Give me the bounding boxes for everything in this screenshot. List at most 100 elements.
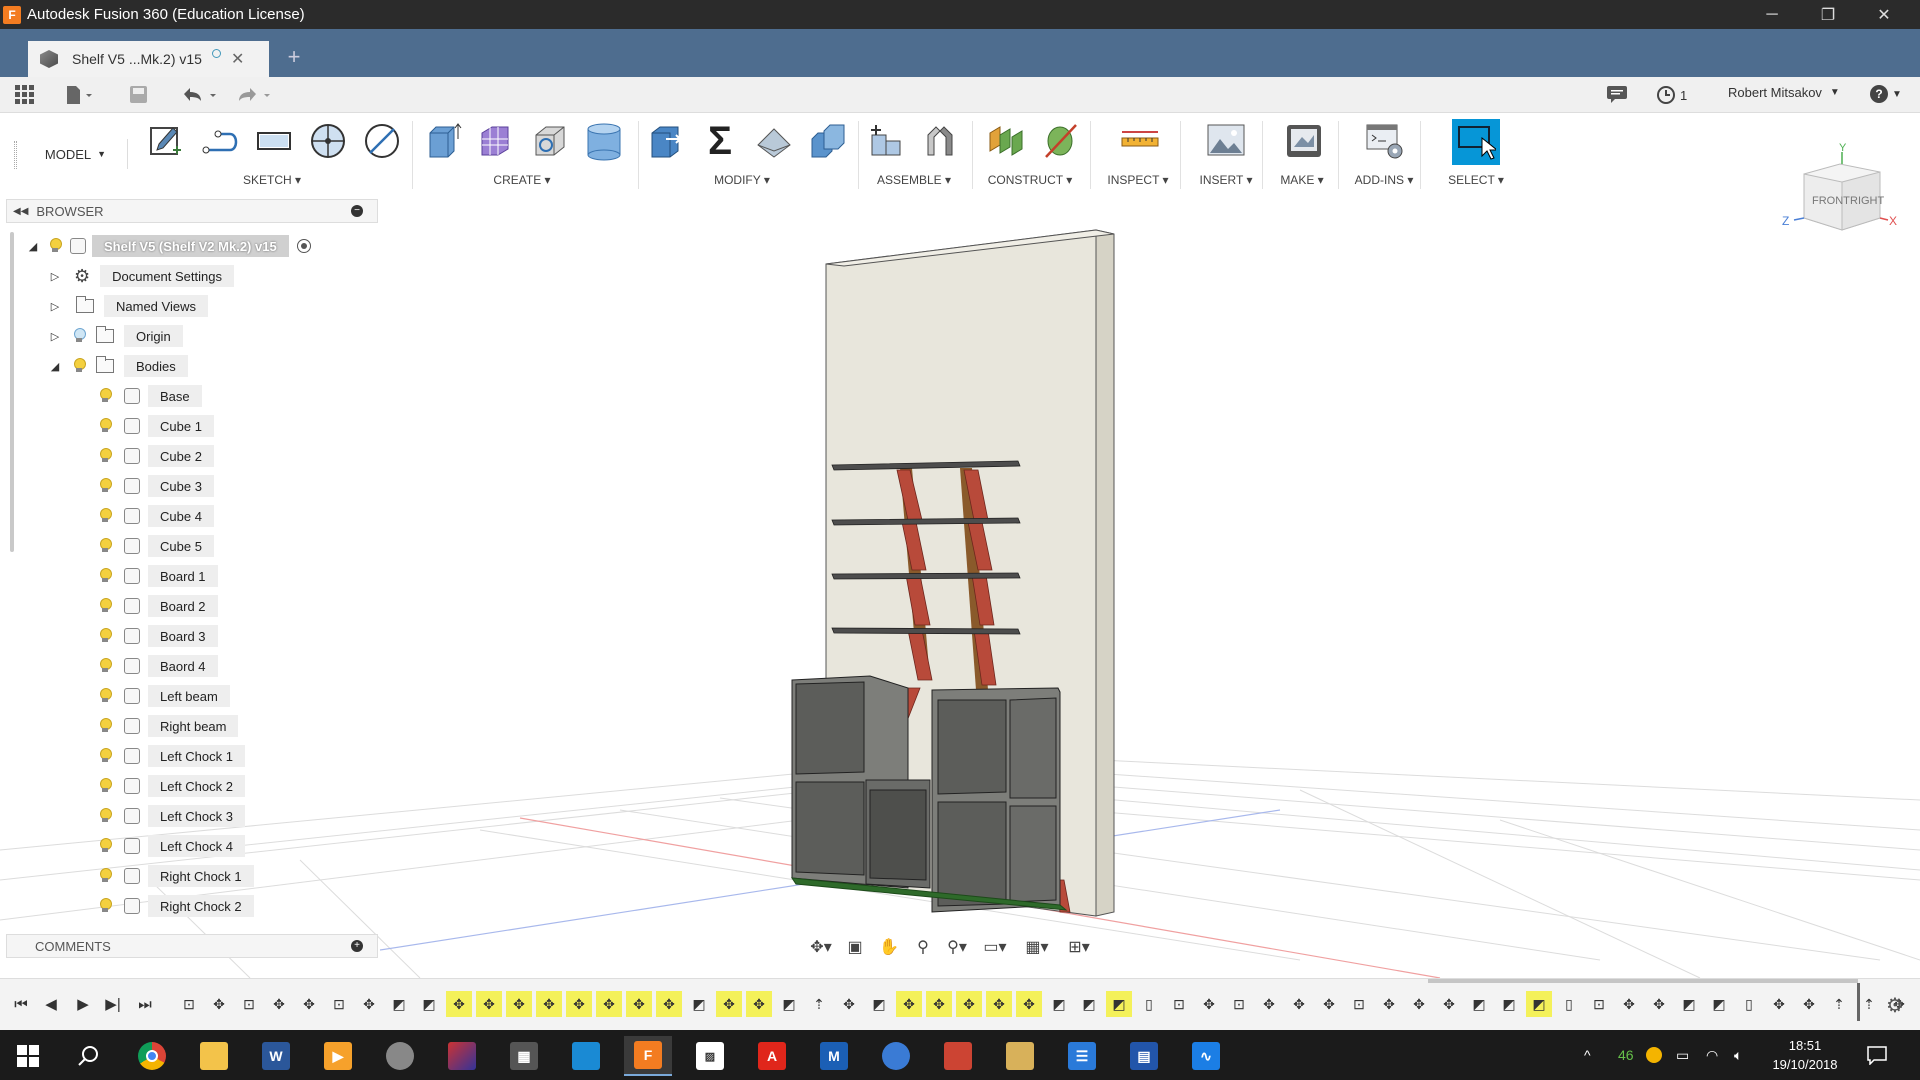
body-item[interactable]: Board 2 [98, 594, 218, 618]
sigma-icon[interactable]: Σ [698, 119, 742, 163]
body-item[interactable]: Cube 5 [98, 534, 214, 558]
restore-button[interactable]: ❐ [1800, 0, 1856, 29]
globe-app-icon[interactable] [872, 1036, 920, 1076]
combine-icon[interactable] [806, 119, 850, 163]
make-group-label[interactable]: MAKE ▾ [1280, 173, 1323, 187]
tree-folder-origin[interactable]: ▷ Origin [48, 324, 183, 348]
go-to-start-icon[interactable]: ⏮ [8, 991, 34, 1017]
timeline-feature-icon[interactable]: ✥ [1196, 991, 1222, 1017]
visibility-bulb-icon[interactable] [98, 658, 112, 674]
malwarebytes-icon[interactable]: M [810, 1036, 858, 1076]
timeline-feature-icon[interactable]: ✥ [536, 991, 562, 1017]
body-item[interactable]: Cube 1 [98, 414, 214, 438]
create-sketch-icon[interactable] [144, 119, 188, 163]
notifications-icon[interactable] [1606, 85, 1628, 103]
offset-plane-icon[interactable] [984, 119, 1028, 163]
timeline-scrollbar[interactable] [1428, 979, 1858, 983]
timeline-feature-icon[interactable]: ✥ [596, 991, 622, 1017]
measure-icon[interactable] [1118, 119, 1162, 163]
display-settings-icon[interactable]: ▭▾ [976, 935, 1014, 959]
timeline-feature-icon[interactable]: ◩ [1526, 991, 1552, 1017]
timeline-feature-icon[interactable]: ⊡ [1226, 991, 1252, 1017]
visibility-bulb-icon[interactable] [98, 598, 112, 614]
select-group-label[interactable]: SELECT ▾ [1448, 173, 1504, 187]
form-icon[interactable] [474, 119, 518, 163]
redo-icon[interactable] [234, 83, 274, 107]
timeline-feature-icon[interactable]: ⊡ [1166, 991, 1192, 1017]
scripts-addins-icon[interactable] [1362, 119, 1406, 163]
search-icon[interactable] [64, 1036, 112, 1076]
visibility-bulb-icon[interactable] [72, 328, 86, 344]
timeline-feature-icon[interactable]: ✥ [716, 991, 742, 1017]
viewports-icon[interactable]: ⊞▾ [1060, 935, 1098, 959]
file-menu-icon[interactable] [64, 83, 94, 107]
visibility-bulb-icon[interactable] [48, 238, 62, 254]
joint-icon[interactable] [918, 119, 962, 163]
sketch-group-label[interactable]: SKETCH ▾ [243, 173, 301, 187]
browser-panel-header[interactable]: ◀◀ BROWSER − [6, 199, 378, 223]
rectangle-icon[interactable] [252, 119, 296, 163]
modify-group-label[interactable]: MODIFY ▾ [714, 173, 770, 187]
collapse-triangle-icon[interactable]: ◢ [48, 359, 62, 373]
look-at-icon[interactable]: ▣ [840, 935, 870, 959]
timeline-feature-icon[interactable]: ✥ [626, 991, 652, 1017]
timeline-marker[interactable] [1857, 983, 1860, 1021]
visibility-bulb-icon[interactable] [98, 568, 112, 584]
new-tab-button[interactable]: + [278, 41, 310, 73]
close-window-button[interactable]: ✕ [1856, 0, 1912, 29]
collapse-triangle-icon[interactable]: ◢ [26, 239, 40, 253]
shell-icon[interactable] [752, 119, 796, 163]
toolbar-grip[interactable] [14, 141, 17, 169]
timeline-feature-icon[interactable]: ◩ [1106, 991, 1132, 1017]
pan-hand-icon[interactable]: ✋ [874, 935, 904, 959]
tree-folder-named-views[interactable]: ▷ Named Views [48, 294, 208, 318]
timeline-feature-icon[interactable]: ✥ [746, 991, 772, 1017]
body-item[interactable]: Cube 3 [98, 474, 214, 498]
chrome-icon[interactable] [128, 1036, 176, 1076]
job-status-button[interactable]: 1 [1656, 85, 1687, 105]
timeline-feature-icon[interactable]: ✥ [1286, 991, 1312, 1017]
timeline-feature-icon[interactable]: ✥ [1646, 991, 1672, 1017]
zoom-icon[interactable]: ⚲ [908, 935, 938, 959]
timeline-feature-icon[interactable]: ◩ [1676, 991, 1702, 1017]
tree-folder-document-settings[interactable]: ▷ ⚙ Document Settings [48, 264, 234, 288]
timeline-feature-icon[interactable]: ✥ [896, 991, 922, 1017]
timeline-feature-icon[interactable]: ✥ [476, 991, 502, 1017]
visibility-bulb-icon[interactable] [98, 898, 112, 914]
visibility-bulb-icon[interactable] [98, 508, 112, 524]
windows-start-icon[interactable] [4, 1036, 52, 1076]
visibility-bulb-icon[interactable] [98, 868, 112, 884]
timeline-feature-icon[interactable]: ✥ [206, 991, 232, 1017]
app-icon-windowed[interactable]: ▨ [686, 1036, 734, 1076]
wifi-icon[interactable]: ◠ [1706, 1030, 1718, 1080]
timeline-settings-gear-icon[interactable]: ⚙ [1886, 993, 1904, 1018]
visibility-bulb-icon[interactable] [98, 808, 112, 824]
timeline-feature-icon[interactable]: ◩ [1466, 991, 1492, 1017]
timeline-feature-icon[interactable]: ✥ [656, 991, 682, 1017]
3d-viewport[interactable] [0, 195, 1920, 978]
timeline-feature-icon[interactable]: ⇡ [1826, 991, 1852, 1017]
security-tray-icon[interactable] [1646, 1030, 1662, 1080]
visibility-bulb-icon[interactable] [98, 628, 112, 644]
3d-print-icon[interactable] [1282, 119, 1326, 163]
create-group-label[interactable]: CREATE ▾ [493, 173, 550, 187]
browser-scrollbar[interactable] [10, 232, 14, 552]
workspace-switcher[interactable]: MODEL ▼ [24, 139, 128, 169]
minimize-button[interactable]: ─ [1744, 0, 1800, 29]
orbit-icon[interactable]: ✥▾ [806, 935, 836, 959]
box-icon[interactable] [528, 119, 572, 163]
save-icon[interactable] [128, 83, 150, 107]
timeline-feature-icon[interactable]: ✥ [1316, 991, 1342, 1017]
timeline-feature-icon[interactable]: ⊡ [1346, 991, 1372, 1017]
data-panel-grid-icon[interactable] [14, 83, 36, 107]
body-item[interactable]: Baord 4 [98, 654, 218, 678]
visibility-bulb-icon[interactable] [98, 478, 112, 494]
timeline-feature-icon[interactable]: ✥ [986, 991, 1012, 1017]
timeline-feature-icon[interactable]: ◩ [866, 991, 892, 1017]
cylinder-icon[interactable] [582, 119, 626, 163]
circle-icon[interactable] [306, 119, 350, 163]
select-icon[interactable] [1452, 119, 1500, 165]
body-item[interactable]: Board 1 [98, 564, 218, 588]
fillet-sketch-icon[interactable] [360, 119, 404, 163]
visibility-bulb-icon[interactable] [72, 358, 86, 374]
